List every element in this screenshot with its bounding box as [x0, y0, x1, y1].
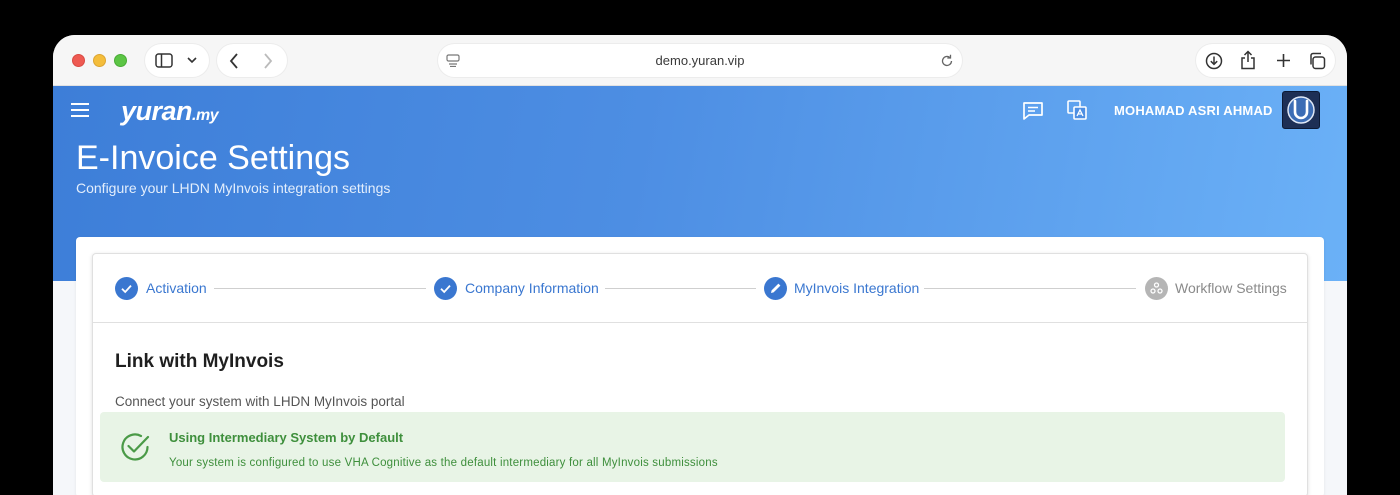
step-connector — [605, 288, 756, 289]
chevron-down-icon[interactable] — [187, 57, 197, 64]
sidebar-toggle-group — [145, 44, 209, 77]
browser-toolbar: demo.yuran.vip — [53, 35, 1347, 86]
step-activation[interactable]: Activation — [146, 280, 207, 296]
avatar[interactable] — [1282, 91, 1320, 129]
sidebar-icon[interactable] — [155, 53, 173, 68]
intermediary-alert: Using Intermediary System by Default You… — [100, 412, 1285, 482]
hamburger-menu-icon[interactable] — [71, 103, 91, 117]
step-2-completed-indicator — [434, 277, 457, 300]
check-icon — [121, 284, 132, 294]
step-4-pending-indicator — [1145, 277, 1168, 300]
app-logo[interactable]: yuran.my — [121, 96, 219, 127]
url-text: demo.yuran.vip — [655, 53, 745, 68]
step-myinvois-integration[interactable]: MyInvois Integration — [794, 280, 919, 296]
step-1-completed-indicator — [115, 277, 138, 300]
download-icon[interactable] — [1205, 52, 1223, 70]
minimize-window-button[interactable] — [93, 54, 106, 67]
browser-window: demo.yuran.vip yuran.my MOHAMAD ASRI AHM… — [53, 35, 1347, 495]
step-workflow-settings[interactable]: Workflow Settings — [1175, 280, 1287, 296]
maximize-window-button[interactable] — [114, 54, 127, 67]
page-subtitle: Configure your LHDN MyInvois integration… — [76, 180, 391, 196]
alert-text: Your system is configured to use VHA Cog… — [169, 457, 718, 469]
forward-icon[interactable] — [263, 53, 273, 69]
navigation-group — [217, 44, 287, 77]
stepper-card: Activation Company Information MyInvois … — [92, 253, 1308, 495]
logo-suffix: .my — [192, 107, 219, 124]
reload-icon[interactable] — [940, 54, 954, 68]
translate-icon[interactable] — [1067, 100, 1087, 120]
back-icon[interactable] — [229, 53, 239, 69]
workflow-icon — [1150, 282, 1163, 294]
address-bar[interactable]: demo.yuran.vip — [438, 44, 962, 77]
step-company-information[interactable]: Company Information — [465, 280, 599, 296]
new-tab-icon[interactable] — [1276, 53, 1291, 68]
check-icon — [440, 284, 451, 294]
pencil-icon — [771, 283, 781, 293]
close-window-button[interactable] — [72, 54, 85, 67]
logo-text: yuran — [121, 96, 193, 126]
step-connector — [214, 288, 426, 289]
check-circle-icon — [121, 433, 150, 461]
step-3-active-indicator — [764, 277, 787, 300]
browser-actions-group — [1196, 44, 1335, 77]
user-name[interactable]: MOHAMAD ASRI AHMAD — [1114, 103, 1273, 118]
section-title: Link with MyInvois — [115, 351, 284, 372]
stepper: Activation Company Information MyInvois … — [93, 254, 1307, 323]
page-title: E-Invoice Settings — [76, 139, 351, 177]
user-avatar-logo — [1287, 96, 1315, 124]
tab-overview-icon[interactable] — [1308, 52, 1326, 70]
alert-title: Using Intermediary System by Default — [169, 430, 404, 445]
share-icon[interactable] — [1240, 50, 1256, 70]
step-connector — [924, 288, 1136, 289]
section-description: Connect your system with LHDN MyInvois p… — [115, 394, 405, 409]
chat-icon[interactable] — [1022, 101, 1044, 121]
